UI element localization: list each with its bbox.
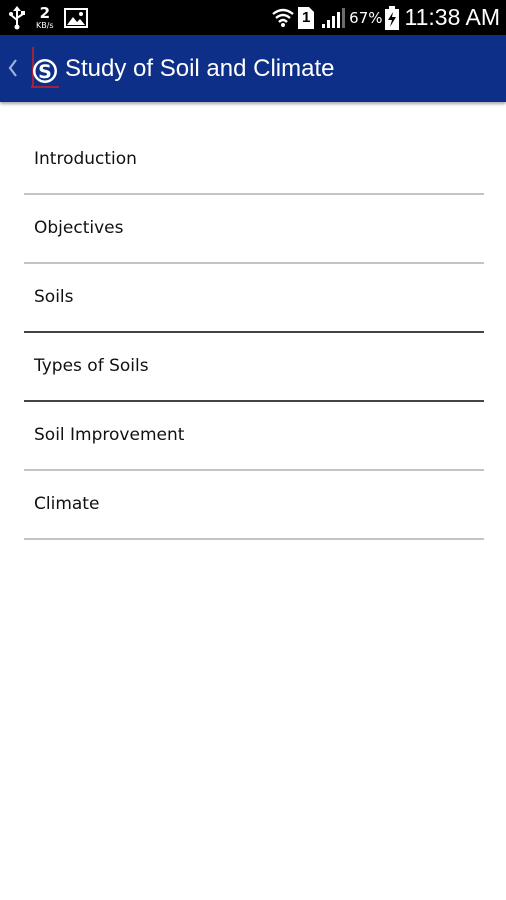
data-speed-unit: KB/s <box>36 20 54 30</box>
menu-item-types-of-soils[interactable]: Types of Soils <box>24 333 484 402</box>
battery-charging-icon <box>384 5 399 30</box>
status-bar: 2 KB/s 1 67% 11:38 AM <box>0 0 506 35</box>
battery-percent: 67% <box>349 8 383 27</box>
status-bar-left: 2 KB/s <box>8 0 88 35</box>
page-title: Study of Soil and Climate <box>65 55 335 82</box>
status-bar-right: 1 67% 11:38 AM <box>271 0 500 35</box>
menu-list: Introduction Objectives Soils Types of S… <box>24 126 484 540</box>
usb-icon <box>8 5 26 30</box>
menu-item-soil-improvement[interactable]: Soil Improvement <box>24 402 484 471</box>
data-speed-value: 2 <box>39 3 51 22</box>
wifi-icon <box>271 6 295 30</box>
menu-item-introduction[interactable]: Introduction <box>24 126 484 195</box>
app-logo-icon[interactable]: S <box>29 47 61 89</box>
data-speed-indicator: 2 KB/s <box>36 3 54 30</box>
sim-1-icon: 1 <box>297 6 315 30</box>
signal-icon <box>321 7 346 29</box>
chevron-left-icon[interactable] <box>6 56 20 80</box>
menu-item-climate[interactable]: Climate <box>24 471 484 540</box>
menu-item-soils[interactable]: Soils <box>24 264 484 333</box>
image-notification-icon <box>63 7 88 28</box>
menu-item-objectives[interactable]: Objectives <box>24 195 484 264</box>
svg-text:S: S <box>38 61 52 83</box>
sim-label: 1 <box>302 9 311 26</box>
clock: 11:38 AM <box>404 4 500 30</box>
app-bar: S Study of Soil and Climate <box>0 35 506 102</box>
